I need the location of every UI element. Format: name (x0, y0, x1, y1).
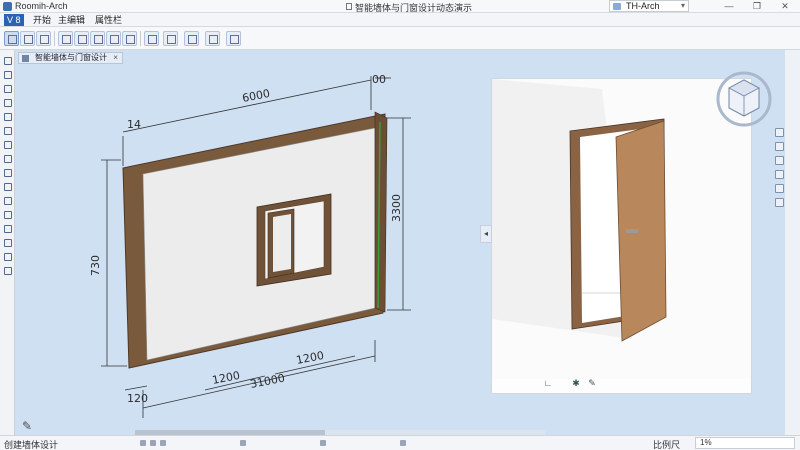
mirror-tool-button[interactable] (106, 31, 121, 46)
app-title: Roomih-Arch (15, 1, 68, 11)
palette-roof-icon[interactable] (3, 140, 12, 149)
palette-beam-icon[interactable] (3, 168, 12, 177)
menu-item-edit[interactable]: 主编辑 (58, 14, 85, 26)
profile-icon (613, 3, 621, 10)
dim-window-width: 1200 (295, 349, 325, 367)
wall-side (374, 111, 388, 313)
menu-item-version[interactable]: V 8 (4, 14, 24, 26)
properties-tool-button[interactable] (226, 31, 241, 46)
palette-annotate-icon[interactable] (3, 182, 12, 191)
dim-wall-height-right: 3300 (390, 194, 403, 222)
orbit-icon[interactable] (775, 128, 784, 137)
window-sash-glass (273, 214, 291, 272)
profile-label: TH-Arch (626, 1, 660, 11)
layer-tool-button[interactable] (163, 31, 178, 46)
close-button[interactable]: ✕ (776, 0, 794, 12)
palette-slab-icon[interactable] (3, 154, 12, 163)
chevron-down-icon: ▾ (680, 1, 685, 10)
polar-toggle[interactable] (240, 440, 246, 446)
palette-table-icon[interactable] (3, 224, 12, 233)
render-icon[interactable] (775, 198, 784, 207)
dimension-tool-button[interactable] (144, 31, 159, 46)
minimize-button[interactable]: — (720, 0, 738, 12)
palette-window-icon[interactable] (3, 98, 12, 107)
select-tool-button[interactable] (4, 31, 19, 46)
scale-selector[interactable]: 1% (695, 437, 795, 449)
status-bar: 创建墙体设计 比例尺 1% (0, 435, 800, 450)
palette-door-icon[interactable] (3, 84, 12, 93)
pick-tool-button[interactable] (36, 31, 51, 46)
door-leaf (615, 120, 667, 342)
lineweight-toggle[interactable] (400, 440, 406, 446)
toolbar-divider (140, 31, 141, 46)
ortho-toggle[interactable] (160, 440, 166, 446)
title-bar: Roomih-Arch 智能墙体与门窗设计动态演示 TH-Arch ▾ — ❐ … (0, 0, 800, 13)
trim-tool-button[interactable] (122, 31, 137, 46)
palette-settings-icon[interactable] (3, 266, 12, 275)
profile-selector[interactable]: TH-Arch ▾ (609, 0, 689, 12)
collapse-arrow-icon[interactable]: ◂ (480, 225, 492, 243)
dim-bottom-left: 120 (127, 392, 148, 405)
pan-icon[interactable] (775, 142, 784, 151)
status-text: 创建墙体设计 (4, 440, 59, 450)
rotate-tool-button[interactable] (58, 31, 73, 46)
palette-layers-icon[interactable] (3, 252, 12, 261)
toolbar-divider (54, 31, 55, 46)
drawing-canvas[interactable]: 智能墙体与门窗设计 × 6000 14 00 730 3300 1200 120… (15, 50, 785, 435)
menu-item-properties[interactable]: 属性栏 (95, 14, 122, 26)
view-side-tools (774, 128, 785, 238)
dim-wall-thickness: 14 (127, 118, 141, 131)
light-icon[interactable]: ✱ (570, 377, 582, 389)
view-footer: ∟ ✱ ✎ (542, 377, 602, 391)
door-handle (626, 229, 638, 233)
document-icon (346, 3, 352, 10)
tool-palette (0, 50, 15, 435)
palette-stair-icon[interactable] (3, 112, 12, 121)
palette-wall-icon[interactable] (3, 56, 12, 65)
measure-tool-button[interactable] (184, 31, 199, 46)
section-icon[interactable] (775, 184, 784, 193)
copy-tool-button[interactable] (90, 31, 105, 46)
toolbar (0, 27, 800, 50)
move-tool-button[interactable] (74, 31, 89, 46)
menu-item-start[interactable]: 开始 (33, 14, 51, 26)
maximize-button[interactable]: ❐ (748, 0, 766, 12)
palette-text-icon[interactable] (3, 210, 12, 219)
fit-view-icon[interactable] (775, 170, 784, 179)
palette-grid-icon[interactable] (3, 238, 12, 247)
axis-icon[interactable]: ∟ (542, 377, 554, 389)
palette-room-icon[interactable] (3, 126, 12, 135)
grid-toggle[interactable] (150, 440, 156, 446)
dim-bottom-length: 31000 (249, 372, 286, 391)
dim-window-offset: 1200 (211, 369, 241, 387)
pencil-icon[interactable]: ✎ (22, 420, 34, 432)
osnap-toggle[interactable] (320, 440, 326, 446)
pen-icon[interactable]: ✎ (586, 377, 598, 389)
palette-play-icon[interactable] (3, 196, 12, 205)
status-controls (140, 440, 500, 446)
dim-corner: 00 (372, 73, 386, 86)
dim-wall-height-left: 730 (89, 255, 102, 276)
view-cube-icon[interactable] (713, 68, 775, 130)
zoom-icon[interactable] (775, 156, 784, 165)
snap-toggle[interactable] (140, 440, 146, 446)
lasso-tool-button[interactable] (20, 31, 35, 46)
menu-bar: V 8 开始 主编辑 属性栏 (0, 13, 800, 27)
app-icon (3, 2, 12, 11)
palette-column-icon[interactable] (3, 70, 12, 79)
scale-value: 1% (700, 438, 712, 447)
scale-label: 比例尺 (653, 440, 681, 450)
snap-tool-button[interactable] (205, 31, 220, 46)
